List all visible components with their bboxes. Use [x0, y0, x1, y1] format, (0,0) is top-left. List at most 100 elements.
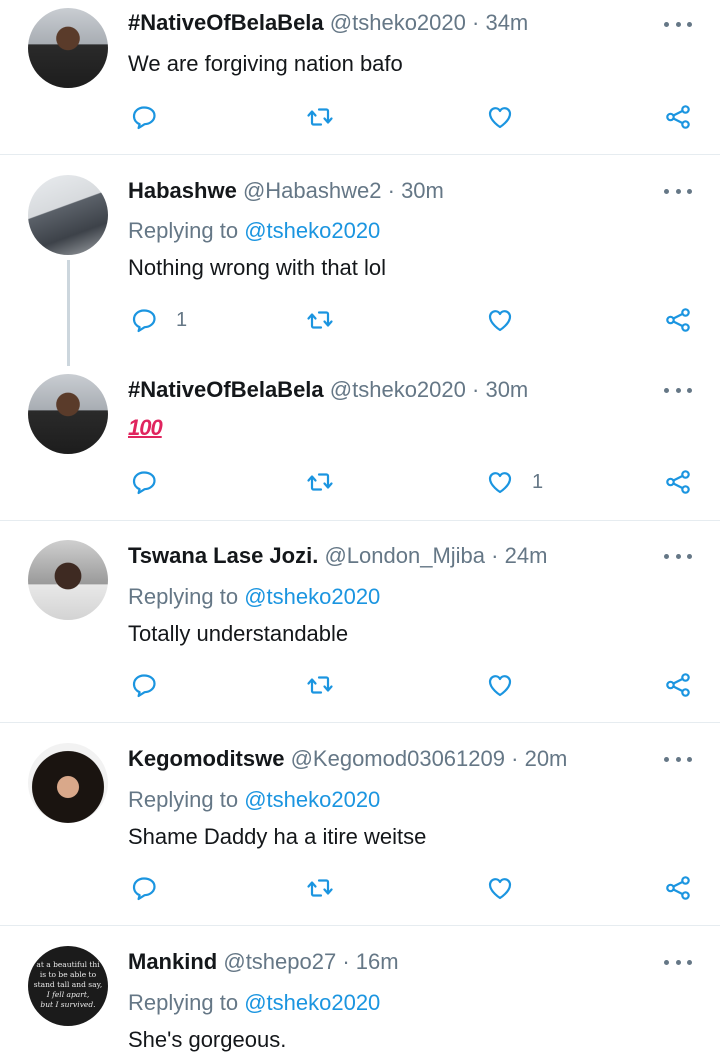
like-button[interactable]	[486, 872, 514, 904]
like-count: 1	[532, 470, 544, 493]
display-name[interactable]: #NativeOfBelaBela	[128, 10, 324, 35]
timestamp[interactable]: 30m	[485, 377, 528, 402]
retweet-icon	[307, 676, 333, 694]
tweet-text: Shame Daddy ha a itire weitse	[128, 824, 427, 849]
retweet-button[interactable]	[306, 669, 334, 701]
reply-count: 1	[176, 308, 188, 331]
separator-dot: ·	[472, 377, 480, 402]
retweet-button[interactable]	[306, 304, 334, 336]
user-handle[interactable]: @tshepo27	[223, 949, 336, 974]
more-options-icon[interactable]	[664, 181, 692, 201]
avatar[interactable]	[28, 743, 108, 823]
heart-icon	[488, 310, 512, 332]
replying-to: Replying to @tsheko2020	[128, 988, 380, 1018]
reply-button[interactable]: 1	[130, 304, 187, 336]
heart-icon	[488, 878, 512, 900]
reply-icon	[132, 471, 156, 495]
share-icon	[666, 673, 690, 697]
heart-icon	[488, 472, 512, 494]
heart-icon	[488, 675, 512, 697]
display-name[interactable]: Mankind	[128, 949, 217, 974]
tweet-5[interactable]: Kegomoditswe @Kegomod03061209 · 20m Repl…	[0, 723, 720, 925]
share-button[interactable]	[664, 101, 692, 133]
more-options-icon[interactable]	[664, 749, 692, 769]
separator-dot: ·	[491, 543, 499, 568]
share-button[interactable]	[664, 669, 692, 701]
tweet-2[interactable]: Habashwe @Habashwe2 · 30m Replying to @t…	[0, 155, 720, 355]
action-bar	[128, 872, 698, 904]
reply-button[interactable]	[130, 872, 158, 904]
display-name[interactable]: #NativeOfBelaBela	[128, 377, 324, 402]
share-button[interactable]	[664, 466, 692, 498]
timestamp[interactable]: 24m	[505, 543, 548, 568]
avatar[interactable]: at a beautiful thi is to be able to stan…	[28, 946, 108, 1026]
user-handle[interactable]: @tsheko2020	[330, 377, 466, 402]
action-bar	[128, 101, 698, 133]
share-icon	[666, 105, 690, 129]
avatar-quote-line: stand tall and say,	[33, 980, 103, 989]
more-options-icon[interactable]	[664, 952, 692, 972]
like-button[interactable]: 1	[486, 466, 543, 498]
tweet-6[interactable]: at a beautiful thi is to be able to stan…	[0, 926, 720, 1062]
timestamp[interactable]: 34m	[485, 10, 528, 35]
hundred-points-emoji: 100	[128, 415, 163, 440]
tweet-text: She's gorgeous.	[128, 1027, 287, 1052]
share-button[interactable]	[664, 304, 692, 336]
action-bar: 1	[128, 304, 698, 336]
avatar[interactable]	[28, 374, 108, 454]
reply-button[interactable]	[130, 669, 158, 701]
replying-to: Replying to @tsheko2020	[128, 216, 380, 246]
separator-dot: ·	[342, 949, 350, 974]
mention-link[interactable]: @tsheko2020	[244, 584, 380, 609]
user-handle[interactable]: @Kegomod03061209	[291, 746, 505, 771]
avatar[interactable]	[28, 8, 108, 88]
share-icon	[666, 876, 690, 900]
separator-dot: ·	[511, 746, 519, 771]
replying-label: Replying to	[128, 787, 239, 812]
tweet-header: Mankind @tshepo27 · 16m	[128, 947, 399, 977]
tweet-header: #NativeOfBelaBela @tsheko2020 · 34m	[128, 8, 528, 38]
mention-link[interactable]: @tsheko2020	[244, 787, 380, 812]
tweet-header: #NativeOfBelaBela @tsheko2020 · 30m	[128, 375, 528, 405]
more-options-icon[interactable]	[664, 546, 692, 566]
tweet-header: Kegomoditswe @Kegomod03061209 · 20m	[128, 744, 567, 774]
display-name[interactable]: Kegomoditswe	[128, 746, 284, 771]
timestamp[interactable]: 20m	[525, 746, 568, 771]
timestamp[interactable]: 30m	[401, 178, 444, 203]
retweet-button[interactable]	[306, 872, 334, 904]
replying-to: Replying to @tsheko2020	[128, 785, 380, 815]
display-name[interactable]: Tswana Lase Jozi.	[128, 543, 318, 568]
timestamp[interactable]: 16m	[356, 949, 399, 974]
user-handle[interactable]: @London_Mjiba	[324, 543, 485, 568]
tweet-4[interactable]: Tswana Lase Jozi. @London_Mjiba · 24m Re…	[0, 521, 720, 722]
avatar[interactable]	[28, 175, 108, 255]
tweet-text: We are forgiving nation bafo	[128, 51, 403, 76]
retweet-icon	[307, 473, 333, 491]
reply-button[interactable]	[130, 101, 158, 133]
like-button[interactable]	[486, 304, 514, 336]
tweet-header: Tswana Lase Jozi. @London_Mjiba · 24m	[128, 541, 547, 571]
user-handle[interactable]: @Habashwe2	[243, 178, 382, 203]
mention-link[interactable]: @tsheko2020	[244, 218, 380, 243]
tweet-1[interactable]: #NativeOfBelaBela @tsheko2020 · 34m We a…	[0, 0, 720, 154]
mention-link[interactable]: @tsheko2020	[244, 990, 380, 1015]
avatar-quote-line: but I survived.	[40, 1000, 96, 1009]
user-handle[interactable]: @tsheko2020	[330, 10, 466, 35]
like-button[interactable]	[486, 669, 514, 701]
replying-label: Replying to	[128, 990, 239, 1015]
tweet-3[interactable]: #NativeOfBelaBela @tsheko2020 · 30m 100 …	[0, 355, 720, 520]
retweet-button[interactable]	[306, 101, 334, 133]
action-bar: 1	[128, 466, 698, 498]
more-options-icon[interactable]	[664, 14, 692, 34]
avatar[interactable]	[28, 540, 108, 620]
reply-icon	[132, 674, 156, 698]
retweet-button[interactable]	[306, 466, 334, 498]
share-button[interactable]	[664, 872, 692, 904]
display-name[interactable]: Habashwe	[128, 178, 237, 203]
retweet-icon	[307, 108, 333, 126]
reply-button[interactable]	[130, 466, 158, 498]
like-button[interactable]	[486, 101, 514, 133]
tweet-text: Totally understandable	[128, 621, 349, 646]
avatar-quote: at a beautiful thi is to be able to stan…	[28, 946, 108, 1010]
more-options-icon[interactable]	[664, 380, 692, 400]
